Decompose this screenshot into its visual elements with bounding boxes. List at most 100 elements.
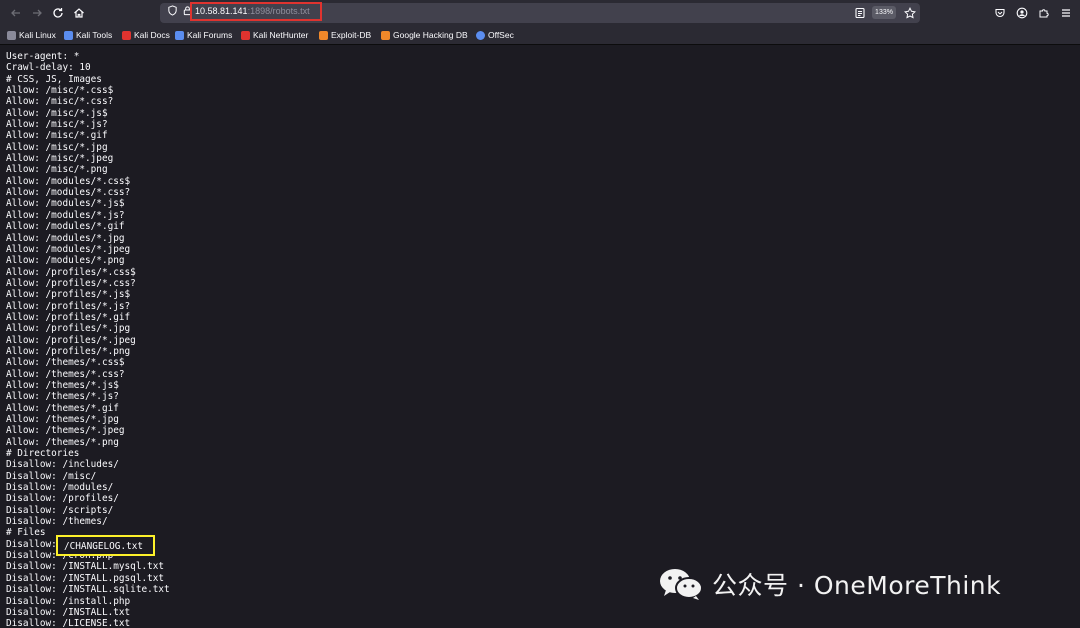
nethunter-icon [241, 30, 250, 40]
kali-forums-icon [175, 30, 184, 40]
robots-line: Allow: /modules/*.js$ [6, 198, 125, 210]
account-button[interactable] [1013, 4, 1031, 22]
bookmark-label: Kali NetHunter [253, 30, 309, 40]
kali-docs-icon [122, 30, 131, 40]
robots-line: Allow: /modules/*.gif [6, 221, 125, 233]
bookmark-label: OffSec [488, 30, 514, 40]
arrow-left-icon [11, 9, 20, 17]
changelog-highlight-box: /CHANGELOG.txt [56, 535, 155, 556]
home-icon [74, 8, 84, 18]
kali-tools-icon [64, 30, 73, 40]
bookmark-star-button[interactable] [901, 4, 919, 22]
robots-line: Allow: /themes/*.js$ [6, 379, 119, 391]
pocket-icon [995, 8, 1005, 18]
robots-line: Allow: /themes/*.png [6, 436, 119, 448]
robots-line: # Files [6, 527, 46, 539]
robots-line: Allow: /profiles/*.css$ [6, 266, 136, 278]
robots-line: Allow: /modules/*.js? [6, 209, 125, 221]
reload-icon [53, 8, 63, 18]
robots-line: User-agent: * [6, 51, 80, 62]
robots-line: Allow: /themes/*.jpeg [6, 425, 125, 437]
robots-line: Allow: /themes/*.css$ [6, 357, 125, 369]
zoom-level-button[interactable]: 133% [872, 6, 896, 19]
robots-line: Allow: /profiles/*.png [6, 345, 131, 357]
robots-line: Allow: /modules/*.css? [6, 187, 131, 199]
reload-button[interactable] [49, 4, 67, 22]
puzzle-icon [1039, 9, 1049, 18]
robots-line: Allow: /themes/*.js? [6, 391, 119, 403]
robots-line: Allow: /modules/*.css$ [6, 175, 131, 187]
robots-line: Allow: /profiles/*.jpg [6, 323, 131, 335]
robots-line: Allow: /misc/*.js? [6, 119, 108, 131]
robots-line: Allow: /modules/*.jpg [6, 232, 125, 244]
bookmark-label: Kali Tools [76, 30, 113, 40]
robots-line: Disallow: /INSTALL.mysql.txt [6, 561, 165, 573]
robots-line: Allow: /themes/*.jpg [6, 414, 119, 425]
ghdb-icon [381, 30, 390, 40]
bookmark-offsec[interactable]: OffSec [476, 28, 514, 42]
offsec-icon [476, 30, 485, 40]
robots-line: Allow: /themes/*.css? [6, 368, 125, 380]
pocket-button[interactable] [991, 4, 1009, 22]
robots-line: Disallow: /profiles/ [6, 493, 119, 505]
bookmark-label: Kali Docs [134, 30, 170, 40]
robots-line: Disallow: /LICENSE.txt [6, 618, 131, 628]
bookmarks-toolbar: Kali Linux Kali Tools Kali Docs Kali For… [0, 25, 1080, 45]
robots-line: Disallow: /INSTALL.sqlite.txt [6, 584, 170, 596]
forward-button[interactable] [28, 4, 46, 22]
arrow-right-icon [33, 9, 42, 17]
robots-line: Allow: /modules/*.png [6, 255, 125, 267]
url-highlight-box [190, 2, 322, 21]
robots-line: Disallow: /install.php [6, 595, 131, 607]
robots-line: Allow: /misc/*.css$ [6, 85, 114, 97]
bookmark-exploit-db[interactable]: Exploit-DB [319, 28, 371, 42]
robots-line: Allow: /misc/*.gif [6, 130, 108, 142]
bookmark-label: Kali Forums [187, 30, 233, 40]
star-icon [904, 7, 916, 19]
robots-line: Allow: /profiles/*.js$ [6, 289, 131, 301]
robots-line: Allow: /profiles/*.jpeg [6, 334, 136, 346]
bookmark-label: Google Hacking DB [393, 30, 468, 40]
hamburger-menu-icon [1062, 9, 1070, 17]
browser-toolbar: 10.58.81.141:1898/robots.txt 133% [0, 0, 1080, 25]
robots-line: Disallow: /INSTALL.pgsql.txt [6, 572, 165, 584]
robots-line: Disallow: /scripts/ [6, 504, 114, 516]
robots-line: Allow: /themes/*.gif [6, 402, 119, 414]
robots-line: Disallow: /themes/ [6, 516, 108, 528]
bookmark-kali-tools[interactable]: Kali Tools [64, 28, 112, 42]
robots-line: Allow: /misc/*.css? [6, 96, 114, 108]
highlighted-entry: /CHANGELOG.txt [64, 541, 144, 552]
wechat-logo-icon [660, 569, 703, 600]
robots-line: Allow: /profiles/*.css? [6, 277, 136, 289]
robots-line: Disallow: /INSTALL.txt [6, 606, 131, 618]
page-content: User-agent: * Crawl-delay: 10 # CSS, JS,… [0, 45, 1080, 628]
robots-line: Disallow: /includes/ [6, 459, 119, 471]
account-icon [1016, 7, 1028, 19]
exploit-db-icon [319, 30, 328, 40]
menu-button[interactable] [1057, 4, 1075, 22]
back-button[interactable] [7, 4, 25, 22]
watermark-text: 公众号 · OneMoreThink [712, 571, 1002, 600]
robots-line: Allow: /profiles/*.js? [6, 300, 131, 312]
bookmark-kali-forums[interactable]: Kali Forums [175, 28, 232, 42]
reader-view-button[interactable] [851, 4, 869, 22]
home-button[interactable] [70, 4, 88, 22]
robots-line: Allow: /modules/*.jpeg [6, 243, 131, 255]
robots-line: # CSS, JS, Images [6, 73, 102, 85]
bookmark-google-hacking-db[interactable]: Google Hacking DB [381, 28, 468, 42]
robots-line: Allow: /misc/*.js$ [6, 107, 108, 119]
bookmark-label: Kali Linux [19, 30, 56, 40]
tracking-protection-icon[interactable] [165, 3, 179, 17]
robots-line: Crawl-delay: 10 [6, 62, 91, 74]
bookmark-kali-linux[interactable]: Kali Linux [7, 28, 56, 42]
robots-line: Disallow: /misc/ [6, 470, 97, 482]
reader-view-icon [855, 7, 865, 19]
bookmark-kali-nethunter[interactable]: Kali NetHunter [241, 28, 308, 42]
robots-line: Allow: /misc/*.jpg [6, 141, 108, 153]
robots-line: Allow: /profiles/*.gif [6, 311, 131, 323]
bookmark-kali-docs[interactable]: Kali Docs [122, 28, 170, 42]
robots-line: Allow: /misc/*.png [6, 164, 108, 176]
robots-line: # Directories [6, 448, 80, 460]
kali-dragon-icon [7, 30, 16, 40]
extensions-button[interactable] [1035, 4, 1053, 22]
